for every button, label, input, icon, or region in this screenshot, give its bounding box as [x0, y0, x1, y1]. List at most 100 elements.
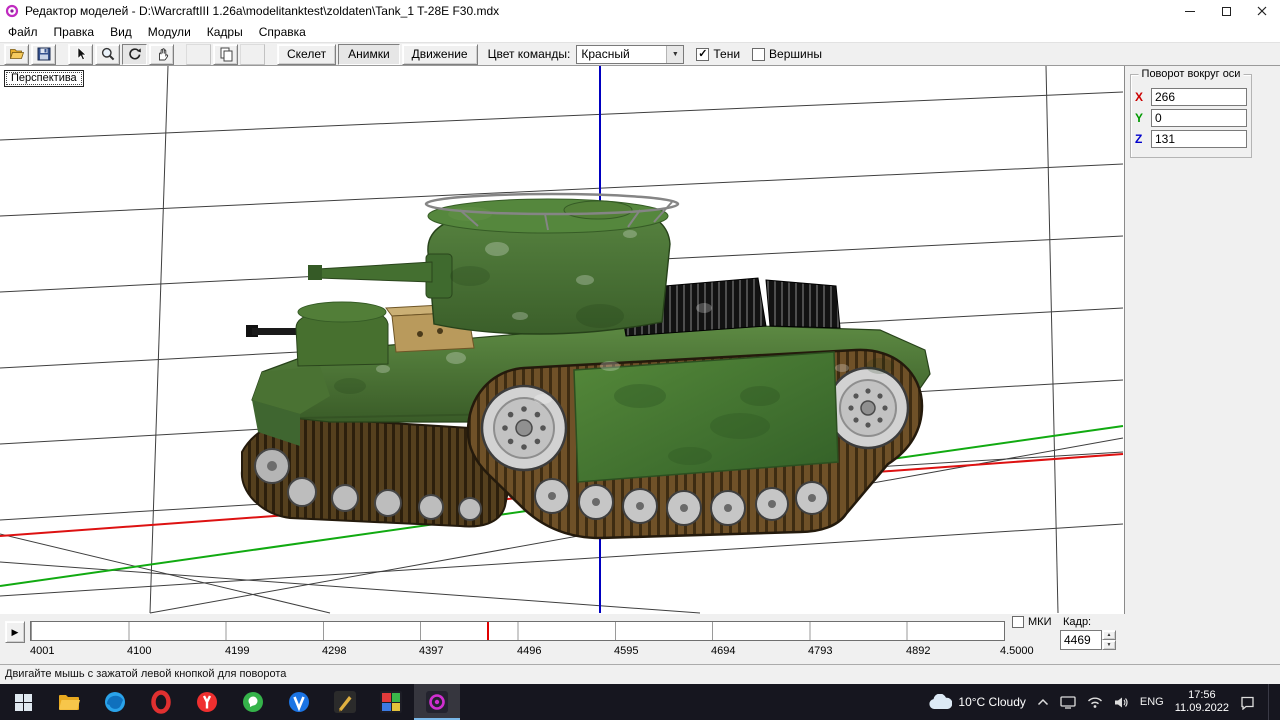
zoom-tool-button[interactable] [95, 43, 120, 65]
tick-label: 4496 [517, 645, 542, 657]
maximize-icon [1221, 6, 1231, 16]
tab-skeleton[interactable]: Скелет [277, 43, 337, 65]
close-button[interactable] [1244, 0, 1280, 22]
rotation-row-z: Z [1135, 130, 1247, 148]
tick-label: 4199 [225, 645, 250, 657]
tray-date: 11.09.2022 [1174, 702, 1229, 714]
shadows-checkbox[interactable]: ✓ [696, 47, 710, 61]
green-messenger-icon [243, 692, 263, 712]
tray-wifi-icon[interactable] [1087, 696, 1103, 708]
model-editor-spiral-icon [426, 691, 448, 713]
yandex-browser-icon [197, 692, 217, 712]
tank-gun-muzzle [308, 265, 322, 280]
tick-label: 4793 [808, 645, 833, 657]
mki-checkbox-group[interactable]: МКИ [1012, 616, 1051, 628]
tank-side-skirt [573, 351, 839, 483]
taskbar-apps [0, 684, 460, 720]
editor-quill-icon [334, 691, 356, 713]
taskbar-explorer-icon[interactable] [46, 684, 92, 720]
tick-label: 4595 [614, 645, 639, 657]
mosaic-grid-icon [380, 691, 402, 713]
tab-animations[interactable]: Анимки [338, 43, 400, 65]
notification-center-icon[interactable] [1240, 695, 1255, 710]
frame-spinner: ▲ ▼ [1060, 630, 1116, 650]
open-button[interactable] [4, 43, 29, 65]
taskbar-model-editor-icon[interactable] [414, 684, 460, 720]
rotation-row-y: Y [1135, 109, 1247, 127]
taskbar-tileset-icon[interactable] [368, 684, 414, 720]
frame-spinner-buttons: ▲ ▼ [1102, 630, 1116, 650]
tray-volume-icon[interactable] [1114, 696, 1129, 709]
tray-chevron-up-icon[interactable] [1037, 698, 1049, 706]
window-title: Редактор моделей - D:\WarcraftIII 1.26a\… [25, 4, 500, 18]
tank-gun-barrel [317, 261, 433, 283]
rotation-y-input[interactable] [1151, 109, 1247, 127]
vertices-checkbox[interactable] [752, 47, 766, 61]
tick-label: 4.5000 [1000, 645, 1034, 657]
vertices-checkbox-group[interactable]: Вершины [752, 47, 822, 61]
rotation-z-input[interactable] [1151, 130, 1247, 148]
weather-widget[interactable]: 10°C Cloudy [928, 694, 1026, 710]
cloud-icon [929, 694, 953, 709]
tab-movement[interactable]: Движение [401, 43, 478, 65]
taskbar-edge-icon[interactable] [92, 684, 138, 720]
rotation-x-input[interactable] [1151, 88, 1247, 106]
minimize-button[interactable] [1172, 0, 1208, 22]
mki-checkbox[interactable] [1012, 616, 1024, 628]
menu-help[interactable]: Справка [251, 22, 314, 42]
tank-idler-wheel [480, 384, 568, 472]
frame-input[interactable] [1060, 630, 1102, 650]
taskbar-v-browser-icon[interactable] [276, 684, 322, 720]
taskbar-yandex-icon[interactable] [184, 684, 230, 720]
cursor-icon [77, 46, 87, 61]
tick-label: 4001 [30, 645, 55, 657]
current-frame-marker[interactable] [487, 622, 489, 640]
disabled-tool-button [186, 43, 211, 65]
tray-clock[interactable]: 17:56 11.09.2022 [1175, 689, 1229, 715]
axis-x-label: X [1135, 90, 1144, 104]
menu-view[interactable]: Вид [102, 22, 140, 42]
menu-edit[interactable]: Правка [46, 22, 103, 42]
hand-icon [158, 48, 168, 61]
play-button[interactable]: ▶ [5, 621, 25, 643]
save-floppy-icon [37, 47, 50, 61]
mki-label: МКИ [1028, 616, 1052, 628]
show-desktop-button[interactable] [1268, 684, 1272, 720]
timeline-ruler[interactable] [30, 621, 1005, 641]
pan-tool-button[interactable] [149, 43, 174, 65]
taskbar-world-editor-icon[interactable] [322, 684, 368, 720]
menu-file[interactable]: Файл [0, 22, 46, 42]
tray-monitor-icon[interactable] [1060, 695, 1076, 709]
start-button[interactable] [0, 684, 46, 720]
rotate-tool-button[interactable] [122, 43, 147, 65]
tick-label: 4397 [419, 645, 444, 657]
tick-label: 4892 [906, 645, 931, 657]
spinner-down-button[interactable]: ▼ [1102, 640, 1116, 650]
toolbar-separator [58, 43, 66, 65]
maximize-button[interactable] [1208, 0, 1244, 22]
tick-label: 4694 [711, 645, 736, 657]
viewport-scene [0, 66, 1124, 614]
select-tool-button[interactable] [68, 43, 93, 65]
menu-modules[interactable]: Модули [140, 22, 199, 42]
tank-mini-turret [246, 301, 389, 367]
tick-label: 4298 [322, 645, 347, 657]
open-folder-icon [9, 49, 24, 59]
language-indicator[interactable]: ENG [1140, 696, 1164, 708]
save-button[interactable] [31, 43, 56, 65]
taskbar-opera-icon[interactable] [138, 684, 184, 720]
perspective-label[interactable]: Перспектива [4, 70, 84, 87]
chevron-down-icon[interactable]: ▼ [666, 45, 684, 63]
spinner-up-button[interactable]: ▲ [1102, 630, 1116, 640]
edge-browser-icon [105, 692, 125, 712]
timeline-bar: ▶ 4001 4100 4199 4298 4397 4496 4595 469… [0, 614, 1280, 664]
menu-frames[interactable]: Кадры [199, 22, 251, 42]
app-icon [5, 4, 19, 18]
copy-button[interactable] [213, 43, 238, 65]
team-color-select[interactable]: Красный ▼ [576, 44, 685, 64]
disabled-tool-button [240, 43, 265, 65]
toolbar-separator [267, 43, 275, 65]
shadows-checkbox-group[interactable]: ✓ Тени [696, 47, 740, 61]
taskbar-messenger-icon[interactable] [230, 684, 276, 720]
viewport-3d[interactable]: Перспектива [0, 66, 1125, 614]
